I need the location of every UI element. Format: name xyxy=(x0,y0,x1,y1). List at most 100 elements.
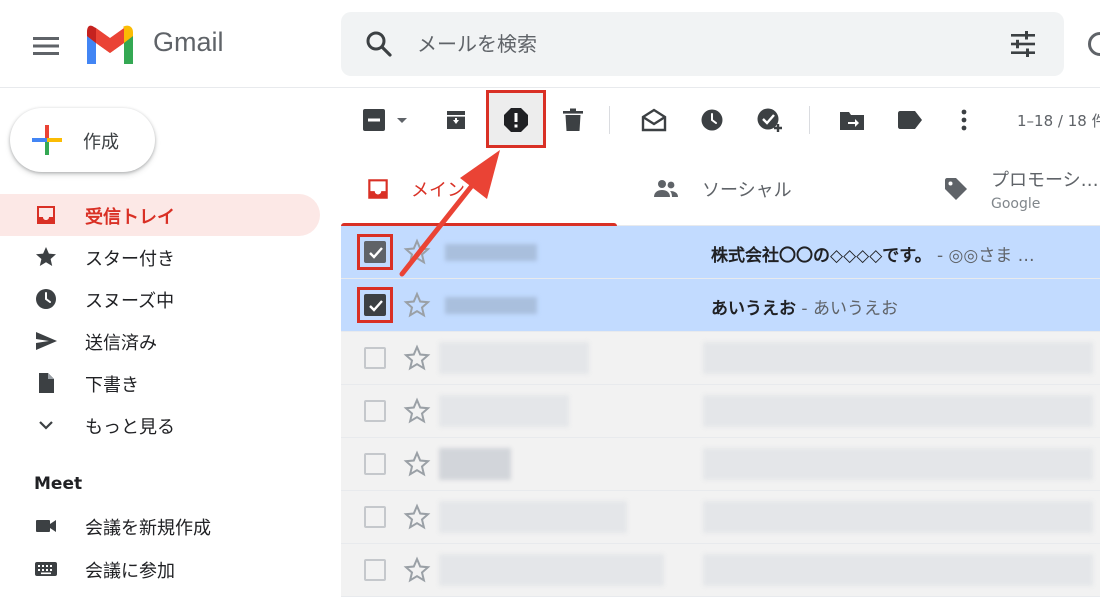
clock-icon xyxy=(701,109,723,131)
draft-icon xyxy=(39,373,54,393)
email-checkbox[interactable] xyxy=(364,347,386,369)
email-checkbox[interactable] xyxy=(364,241,386,263)
main-content: 1–18 / 18 件 メイン ソーシャル プロモーシ… Google 株式会社… xyxy=(341,88,1100,599)
blurred-sender xyxy=(445,244,537,261)
inbox-icon xyxy=(368,179,388,199)
sidebar-item-snoozed[interactable]: スヌーズ中 xyxy=(0,278,320,320)
email-checkbox[interactable] xyxy=(364,400,386,422)
sidebar-item-drafts[interactable]: 下書き xyxy=(0,362,320,404)
mark-read-icon xyxy=(641,108,667,132)
blurred-sender xyxy=(439,554,664,586)
clock-icon xyxy=(36,289,56,309)
help-icon[interactable] xyxy=(1088,32,1100,56)
report-spam-button[interactable] xyxy=(500,104,532,136)
move-to-button[interactable] xyxy=(836,104,868,136)
tab-label: プロモーシ… xyxy=(991,170,1099,191)
email-checkbox[interactable] xyxy=(364,294,386,316)
sidebar-item-label: もっと見る xyxy=(85,417,175,438)
add-task-icon xyxy=(757,108,782,132)
meet-item-label: 会議を新規作成 xyxy=(85,518,211,539)
star-outline-icon[interactable] xyxy=(403,238,431,266)
mark-as-read-button[interactable] xyxy=(638,104,670,136)
send-icon xyxy=(36,332,57,350)
compose-plus-icon xyxy=(32,125,62,155)
tab-label: ソーシャル xyxy=(702,180,792,201)
main-menu-button[interactable] xyxy=(22,22,70,70)
category-tabs: メイン ソーシャル プロモーシ… Google xyxy=(341,152,1100,226)
label-button[interactable] xyxy=(894,104,926,136)
sidebar: 作成 受信トレイ スター付き スヌーズ中 送信済み 下書き もっと見る Meet… xyxy=(0,88,340,599)
blurred-sender xyxy=(439,395,569,427)
email-checkbox[interactable] xyxy=(364,453,386,475)
tab-promotions[interactable]: プロモーシ… Google xyxy=(893,152,1100,226)
chevron-down-icon xyxy=(39,421,53,430)
checkmark-icon xyxy=(369,300,383,312)
checkmark-icon xyxy=(369,247,383,259)
email-row[interactable]: あいうえお - あいうえお xyxy=(341,279,1100,332)
email-row[interactable] xyxy=(341,544,1100,597)
gmail-logo-icon[interactable] xyxy=(84,24,136,64)
star-outline-icon[interactable] xyxy=(403,450,431,478)
gmail-app: Gmail メールを検索 作成 受信トレイ スター付き スヌーズ中 送信済み 下… xyxy=(0,0,1100,599)
blurred-sender xyxy=(445,297,537,314)
tab-label: メイン xyxy=(411,180,465,201)
email-row[interactable] xyxy=(341,438,1100,491)
email-row[interactable]: 株式会社〇〇の◇◇◇◇です。 - ◎◎さま … xyxy=(341,226,1100,279)
tab-social[interactable]: ソーシャル xyxy=(617,152,893,226)
more-actions-button[interactable] xyxy=(948,104,980,136)
toolbar: 1–18 / 18 件 xyxy=(341,88,1100,152)
star-outline-icon[interactable] xyxy=(403,344,431,372)
select-all-checkbox[interactable] xyxy=(361,104,413,136)
inbox-icon xyxy=(37,206,55,224)
email-row[interactable] xyxy=(341,491,1100,544)
more-vertical-icon xyxy=(961,109,967,131)
meet-item-label: 会議に参加 xyxy=(85,561,175,582)
trash-icon xyxy=(563,108,583,131)
star-outline-icon[interactable] xyxy=(403,556,431,584)
compose-button[interactable]: 作成 xyxy=(10,108,155,172)
star-outline-icon[interactable] xyxy=(403,503,431,531)
tag-icon xyxy=(945,178,967,200)
sidebar-item-inbox[interactable]: 受信トレイ xyxy=(0,194,320,236)
sidebar-item-starred[interactable]: スター付き xyxy=(0,236,320,278)
email-checkbox[interactable] xyxy=(364,559,386,581)
blurred-subject xyxy=(703,501,1093,533)
header: Gmail xyxy=(0,0,1100,88)
meet-join-meeting[interactable]: 会議に参加 xyxy=(0,548,320,590)
sidebar-item-label: 送信済み xyxy=(85,333,157,354)
email-row[interactable] xyxy=(341,332,1100,385)
blurred-subject xyxy=(703,448,1093,480)
blurred-sender xyxy=(439,342,589,374)
people-icon xyxy=(654,180,678,197)
checkbox-indeterminate-icon xyxy=(363,109,407,131)
email-subject: あいうえお - あいうえお xyxy=(711,299,898,319)
tab-primary[interactable]: メイン xyxy=(341,152,617,226)
search-options-icon[interactable] xyxy=(1009,30,1037,58)
archive-button[interactable] xyxy=(440,104,472,136)
keyboard-icon xyxy=(35,562,57,576)
star-outline-icon[interactable] xyxy=(403,397,431,425)
sidebar-item-label: スヌーズ中 xyxy=(85,291,175,312)
blurred-sender xyxy=(439,448,511,480)
email-row[interactable] xyxy=(341,385,1100,438)
sidebar-item-label: 下書き xyxy=(85,375,139,396)
toolbar-divider xyxy=(809,106,810,134)
sidebar-item-more[interactable]: もっと見る xyxy=(0,404,320,446)
email-checkbox[interactable] xyxy=(364,506,386,528)
blurred-sender xyxy=(439,501,627,533)
report-spam-icon xyxy=(504,108,528,132)
sidebar-item-label: スター付き xyxy=(85,249,175,270)
label-icon xyxy=(898,111,922,129)
move-to-folder-icon xyxy=(840,112,864,130)
search-icon[interactable] xyxy=(365,30,393,58)
toolbar-divider xyxy=(609,106,610,134)
delete-button[interactable] xyxy=(557,104,589,136)
sidebar-item-sent[interactable]: 送信済み xyxy=(0,320,320,362)
meet-new-meeting[interactable]: 会議を新規作成 xyxy=(0,505,320,547)
snooze-button[interactable] xyxy=(696,104,728,136)
star-outline-icon[interactable] xyxy=(403,291,431,319)
search-input[interactable] xyxy=(417,26,977,62)
search-bar[interactable] xyxy=(341,12,1064,76)
add-to-tasks-button[interactable] xyxy=(754,104,786,136)
star-icon xyxy=(36,247,56,266)
